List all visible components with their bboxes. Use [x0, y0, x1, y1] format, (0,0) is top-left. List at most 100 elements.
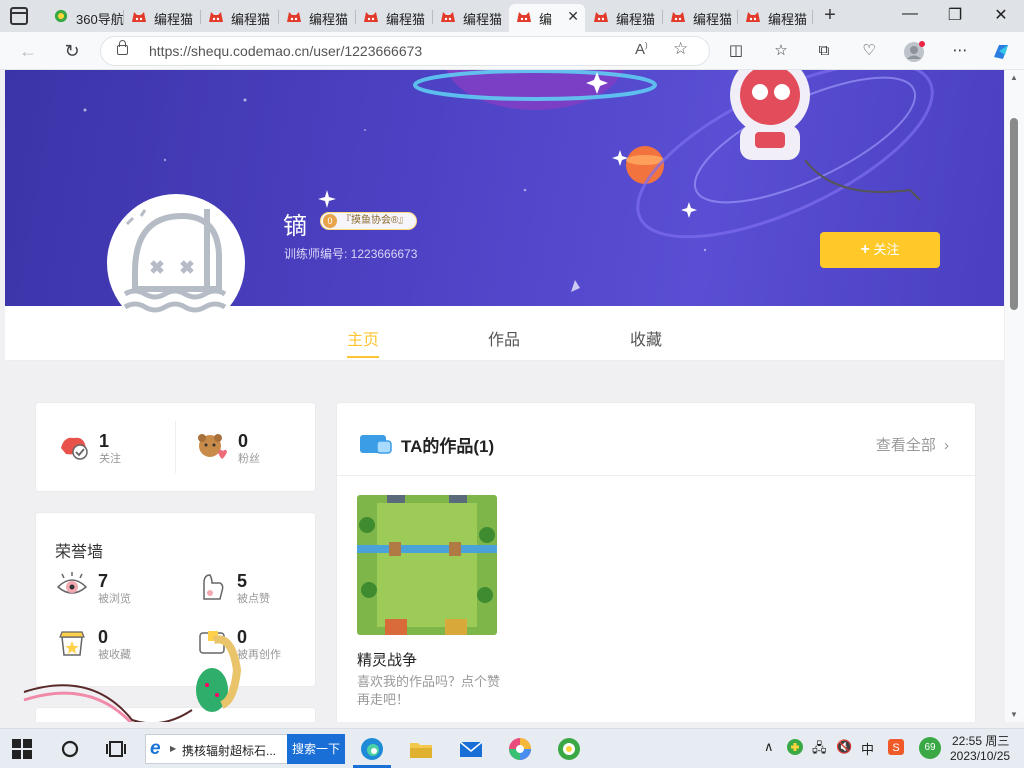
page-content: 镝 0 『摸鱼协会®』 训练师编号: 1223666673 + 关注 主页 作品…	[0, 70, 1024, 722]
honor-wall-title: 荣誉墙	[55, 544, 104, 561]
codemao-icon	[746, 12, 760, 22]
browser-tab-4[interactable]: 编程猫	[279, 4, 356, 30]
notification-badge[interactable]: 69	[919, 737, 941, 759]
views-count: 7	[98, 571, 109, 591]
search-query: 携核辐射超标石...	[182, 744, 277, 758]
clock-date[interactable]: 2023/10/25	[950, 749, 1010, 763]
windows-start-icon[interactable]	[12, 739, 32, 759]
favorites-icon[interactable]: ☆	[770, 41, 792, 61]
copilot-icon[interactable]	[990, 41, 1012, 61]
page-scrollbar[interactable]: ▲ ▼	[1005, 70, 1024, 722]
chevron-right-icon: ›	[944, 437, 949, 454]
codemao-icon	[287, 12, 301, 22]
codemao-icon	[209, 12, 223, 22]
username: 镝	[283, 212, 307, 240]
sogou-input-icon[interactable]: S	[887, 738, 905, 756]
clock-time[interactable]: 22:55 周三	[952, 732, 1009, 749]
windows-taskbar: e ▶ 携核辐射超标石... 搜索一下 ∧ 🖧 🔇 中 S 69 22:55 周…	[0, 728, 1024, 768]
more-menu-icon[interactable]: ⋯	[949, 41, 971, 61]
browser-tab-5[interactable]: 编程猫	[356, 4, 433, 30]
url-text: https://shequ.codemao.cn/user/1223666673	[149, 43, 423, 59]
likes-count: 5	[237, 571, 248, 591]
close-icon[interactable]: ✕	[567, 8, 579, 25]
following-label: 关注	[99, 453, 121, 465]
scroll-thumb[interactable]	[1010, 118, 1018, 310]
search-circle-icon[interactable]	[60, 739, 80, 759]
ghost-avatar-image	[123, 209, 227, 313]
new-tab-icon[interactable]: +	[818, 4, 842, 27]
minimize-icon[interactable]: —	[895, 5, 925, 23]
codemao-icon	[441, 12, 455, 22]
work-thumbnail[interactable]	[357, 495, 497, 635]
browser-tab-6[interactable]: 编程猫	[433, 4, 509, 30]
view-all-link[interactable]: 查看全部 ›	[876, 434, 949, 455]
following-count[interactable]: 1	[99, 431, 109, 452]
follow-button[interactable]: + 关注	[820, 232, 940, 268]
window-close-icon[interactable]: ✕	[986, 5, 1016, 25]
trainer-id: 训练师编号: 1223666673	[284, 247, 418, 261]
tab-home[interactable]: 主页	[347, 326, 380, 358]
works-section-title: TA的作品(1)	[401, 437, 495, 456]
ime-indicator[interactable]: 中	[861, 739, 874, 758]
edge-browser-icon[interactable]	[359, 736, 385, 762]
works-card: TA的作品(1) 查看全部 › 精灵战争 喜欢我的作品吗？点个赞再走吧！	[336, 402, 976, 722]
browser-tab-8[interactable]: 编程猫	[586, 4, 663, 30]
color-app-icon[interactable]	[507, 736, 533, 762]
task-view-icon[interactable]	[106, 739, 126, 759]
taskbar-search-box[interactable]: e ▶ 携核辐射超标石... 搜索一下	[145, 734, 345, 764]
follow-label: 关注	[873, 242, 900, 257]
lock-icon	[117, 40, 128, 55]
svg-text:S: S	[892, 742, 899, 754]
work-title[interactable]: 精灵战争	[357, 649, 417, 670]
browser-tab-9[interactable]: 编程猫	[663, 4, 738, 30]
tab-label: 编程猫	[386, 12, 426, 27]
tab-label: 编程猫	[463, 12, 503, 27]
tab-label: 编程猫	[693, 12, 733, 27]
plus-icon: +	[860, 241, 870, 258]
tray-expand-icon[interactable]: ∧	[764, 739, 774, 755]
browser-tab-strip: 360导航 编程猫 编程猫 编程猫 编程猫 编程猫 编 ✕ 编程猫 编程猫 编程…	[0, 0, 1024, 32]
divider	[175, 421, 176, 473]
scroll-down-icon[interactable]: ▼	[1010, 710, 1018, 719]
split-screen-icon[interactable]: ◫	[725, 41, 747, 61]
performance-icon[interactable]: ♡	[858, 41, 880, 61]
refresh-icon[interactable]: ↻	[60, 39, 84, 63]
360-guard-icon[interactable]	[786, 738, 804, 756]
read-aloud-icon[interactable]: A)	[635, 41, 648, 58]
favorite-star-icon[interactable]: ☆	[673, 39, 688, 59]
avatar	[107, 194, 245, 332]
search-button[interactable]: 搜索一下	[287, 734, 345, 764]
file-explorer-icon[interactable]	[408, 736, 434, 762]
browser-tab-2[interactable]: 编程猫	[124, 4, 201, 30]
badge-text: 『摸鱼协会®』	[341, 215, 409, 226]
address-bar[interactable]: https://shequ.codemao.cn/user/1223666673…	[100, 36, 710, 66]
codemao-icon	[671, 12, 685, 22]
fans-count[interactable]: 0	[238, 431, 248, 452]
browser-tab-10[interactable]: 编程猫	[738, 4, 813, 30]
codemao-icon	[594, 12, 608, 22]
likes-label: 被点赞	[237, 593, 270, 605]
codemao-icon	[132, 12, 146, 22]
codemao-icon	[364, 12, 378, 22]
back-icon[interactable]: ←	[16, 39, 40, 63]
network-icon[interactable]: 🖧	[812, 739, 827, 761]
browser-tab-1[interactable]: 360导航	[46, 4, 124, 30]
mail-icon[interactable]	[458, 736, 484, 762]
tab-actions-icon[interactable]	[10, 7, 28, 25]
browser-tab-active[interactable]: 编 ✕	[509, 4, 585, 32]
collections-icon[interactable]: ⧉	[813, 41, 835, 61]
floating-pet-sticker[interactable]	[22, 630, 252, 722]
volume-mute-icon[interactable]: 🔇	[836, 739, 852, 755]
restore-icon[interactable]: ❐	[940, 5, 970, 25]
tab-label: 360导航	[76, 12, 124, 27]
profile-avatar-icon[interactable]	[903, 41, 925, 62]
360-browser-taskbar-icon[interactable]	[556, 736, 582, 762]
browser-tab-3[interactable]: 编程猫	[201, 4, 279, 30]
works-folder-icon	[360, 435, 392, 454]
title-badge: 0 『摸鱼协会®』	[320, 212, 418, 230]
tab-collections[interactable]: 收藏	[630, 326, 662, 350]
tab-works[interactable]: 作品	[488, 326, 520, 350]
fans-label: 粉丝	[238, 453, 260, 465]
scroll-up-icon[interactable]: ▲	[1010, 73, 1018, 82]
tab-label: 编程猫	[231, 12, 271, 27]
